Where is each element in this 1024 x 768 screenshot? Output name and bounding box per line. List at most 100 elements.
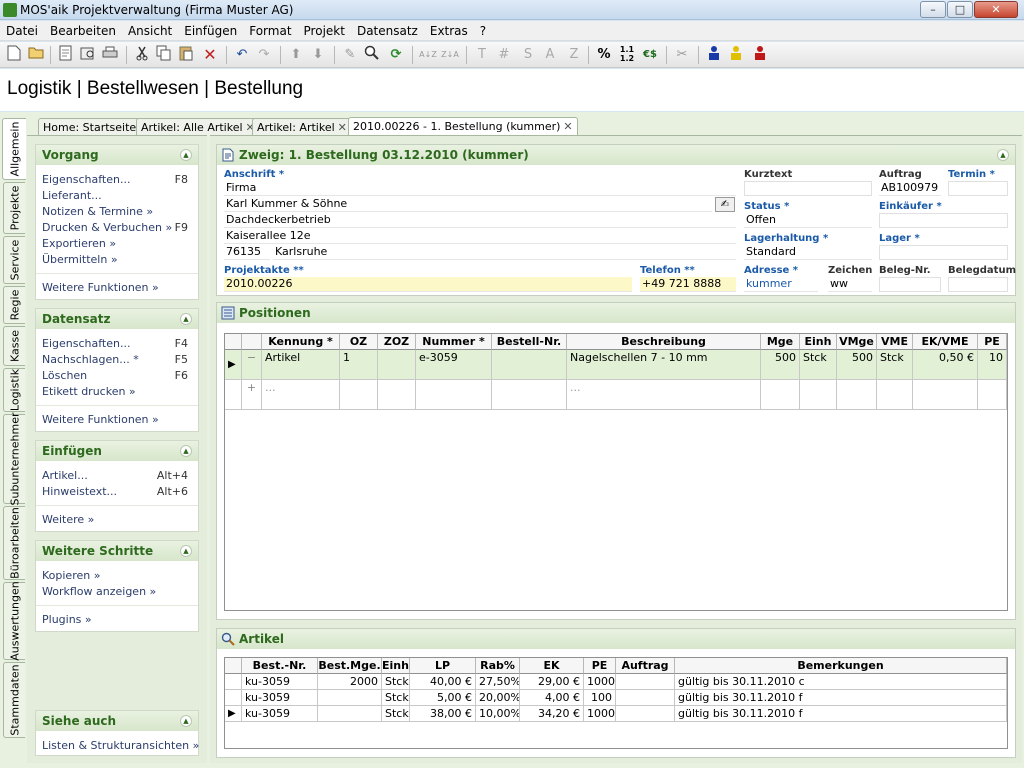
workflow-anzeigen-link[interactable]: Workflow anzeigen »	[42, 585, 156, 598]
column-header[interactable]: Nummer *	[416, 334, 492, 350]
vtab-allgemein[interactable]: Allgemein	[2, 118, 26, 180]
eigenschaften-link[interactable]: Eigenschaften...	[42, 173, 130, 186]
cell[interactable]	[378, 380, 416, 410]
zusatz-field[interactable]: Dachdeckerbetrieb	[224, 213, 736, 228]
menu-ansicht[interactable]: Ansicht	[122, 21, 178, 41]
cell[interactable]: Stck	[382, 674, 410, 690]
auftrag-field[interactable]: AB100979	[879, 181, 941, 196]
tab-bestellung[interactable]: 2010.00226 - 1. Bestellung (kummer) ✕	[348, 117, 578, 136]
kopieren-link[interactable]: Kopieren »	[42, 569, 100, 582]
collapse-icon[interactable]: ▲	[997, 149, 1009, 161]
column-header[interactable]: Einh	[382, 658, 410, 674]
strasse-field[interactable]: Kaiserallee 12e	[224, 229, 736, 244]
telefon-field[interactable]: +49 721 8888	[640, 277, 736, 292]
artikel-header[interactable]: Artikel	[217, 629, 1015, 649]
text-icon[interactable]: T	[472, 45, 492, 65]
cell[interactable]: Artikel	[262, 350, 340, 380]
maximize-button[interactable]: □	[947, 1, 973, 18]
adresse-field[interactable]: kummer	[744, 277, 818, 292]
column-header[interactable]: VME	[877, 334, 913, 350]
user-red-icon[interactable]	[750, 45, 770, 65]
belegdatum-field[interactable]	[948, 277, 1008, 292]
row-selector[interactable]	[225, 690, 242, 706]
notizen-termine-link[interactable]: Notizen & Termine »	[42, 205, 153, 218]
vtab-projekte[interactable]: Projekte	[3, 182, 25, 234]
cell[interactable]: Stck	[382, 706, 410, 722]
sort-descending-icon[interactable]: Z↓A	[440, 45, 460, 65]
cell[interactable]	[978, 380, 1007, 410]
cell[interactable]: 1	[340, 350, 378, 380]
zweig-header[interactable]: Zweig: 1. Bestellung 03.12.2010 (kummer)…	[217, 145, 1015, 165]
column-header[interactable]: Mge	[761, 334, 800, 350]
paste-icon[interactable]	[176, 45, 196, 65]
cell[interactable]: 100	[584, 690, 616, 706]
cell[interactable]: ku-3059	[242, 706, 318, 722]
cell[interactable]: 5,00 €	[410, 690, 476, 706]
column-header[interactable]: Bemerkungen	[675, 658, 1007, 674]
print-preview-icon[interactable]	[78, 45, 98, 65]
lieferant-link[interactable]: Lieferant...	[42, 189, 102, 202]
menu-extras[interactable]: Extras	[424, 21, 474, 41]
menu-projekt[interactable]: Projekt	[298, 21, 351, 41]
cell[interactable]: 10,00%	[476, 706, 520, 722]
ort-field[interactable]: Karlsruhe	[273, 245, 736, 260]
cell[interactable]	[761, 380, 800, 410]
cell[interactable]: Stck	[800, 350, 837, 380]
siehe-auch-header[interactable]: Siehe auch ▲	[36, 711, 198, 731]
collapse-row-icon[interactable]: −	[242, 350, 262, 380]
menu-format[interactable]: Format	[243, 21, 297, 41]
redo-icon[interactable]: ↷	[254, 45, 274, 65]
number-icon[interactable]: #	[494, 45, 514, 65]
vorgang-header[interactable]: Vorgang ▲	[36, 145, 198, 165]
column-header[interactable]: Bestell-Nr.	[492, 334, 567, 350]
menu-einfuegen[interactable]: Einfügen	[178, 21, 243, 41]
uebermitteln-link[interactable]: Übermitteln »	[42, 253, 118, 266]
listen-strukturansichten-link[interactable]: Listen & Strukturansichten »	[42, 739, 199, 752]
cell[interactable]: 4,00 €	[520, 690, 584, 706]
name-field[interactable]: Karl Kummer & Söhne	[224, 197, 712, 212]
cell[interactable]: ...	[262, 380, 340, 410]
cell[interactable]	[877, 380, 913, 410]
undo-icon[interactable]: ↶	[232, 45, 252, 65]
user-blue-icon[interactable]	[704, 45, 724, 65]
positionen-header[interactable]: Positionen	[217, 303, 1015, 323]
cell[interactable]: 500	[837, 350, 877, 380]
row-selector[interactable]	[225, 674, 242, 690]
weitere-funktionen-link[interactable]: Weitere Funktionen »	[42, 281, 159, 294]
tab-startseite[interactable]: Home: Startseite	[38, 118, 142, 136]
delete-icon[interactable]: ✕	[200, 45, 220, 65]
cell[interactable]: 1000	[584, 706, 616, 722]
loeschen-link[interactable]: Löschen	[42, 369, 87, 382]
nachschlagen-link[interactable]: Nachschlagen... *	[42, 353, 139, 366]
collapse-icon[interactable]: ▲	[180, 545, 192, 557]
einkaeufer-field[interactable]	[879, 213, 1008, 228]
percent-icon[interactable]: %	[594, 45, 614, 65]
weitere-link[interactable]: Weitere »	[42, 513, 94, 526]
column-header[interactable]: ZOZ	[378, 334, 416, 350]
plz-field[interactable]: 76135	[224, 245, 270, 260]
cell[interactable]: 27,50%	[476, 674, 520, 690]
cut-icon[interactable]	[132, 45, 152, 65]
projektakte-field[interactable]: 2010.00226	[224, 277, 632, 292]
currency-icon[interactable]: €$	[640, 45, 660, 65]
cell[interactable]	[492, 380, 567, 410]
collapse-icon[interactable]: ▲	[180, 445, 192, 457]
cell[interactable]	[616, 706, 675, 722]
cell[interactable]: 2000	[318, 674, 382, 690]
cell[interactable]	[837, 380, 877, 410]
cell[interactable]	[318, 690, 382, 706]
kurztext-field[interactable]	[744, 181, 872, 196]
cell[interactable]: 1000	[584, 674, 616, 690]
cell[interactable]: e-3059	[416, 350, 492, 380]
hinweistext-link[interactable]: Hinweistext...	[42, 485, 117, 498]
cell[interactable]: 40,00 €	[410, 674, 476, 690]
vtab-auswertungen[interactable]: Auswertungen	[3, 581, 25, 661]
column-header[interactable]: OZ	[340, 334, 378, 350]
print-icon[interactable]	[100, 45, 120, 65]
collapse-icon[interactable]: ▲	[180, 715, 192, 727]
user-yellow-icon[interactable]	[726, 45, 746, 65]
cell[interactable]	[492, 350, 567, 380]
cell[interactable]: 29,00 €	[520, 674, 584, 690]
vtab-kasse[interactable]: Kasse	[3, 326, 25, 366]
column-header[interactable]: Beschreibung	[567, 334, 761, 350]
